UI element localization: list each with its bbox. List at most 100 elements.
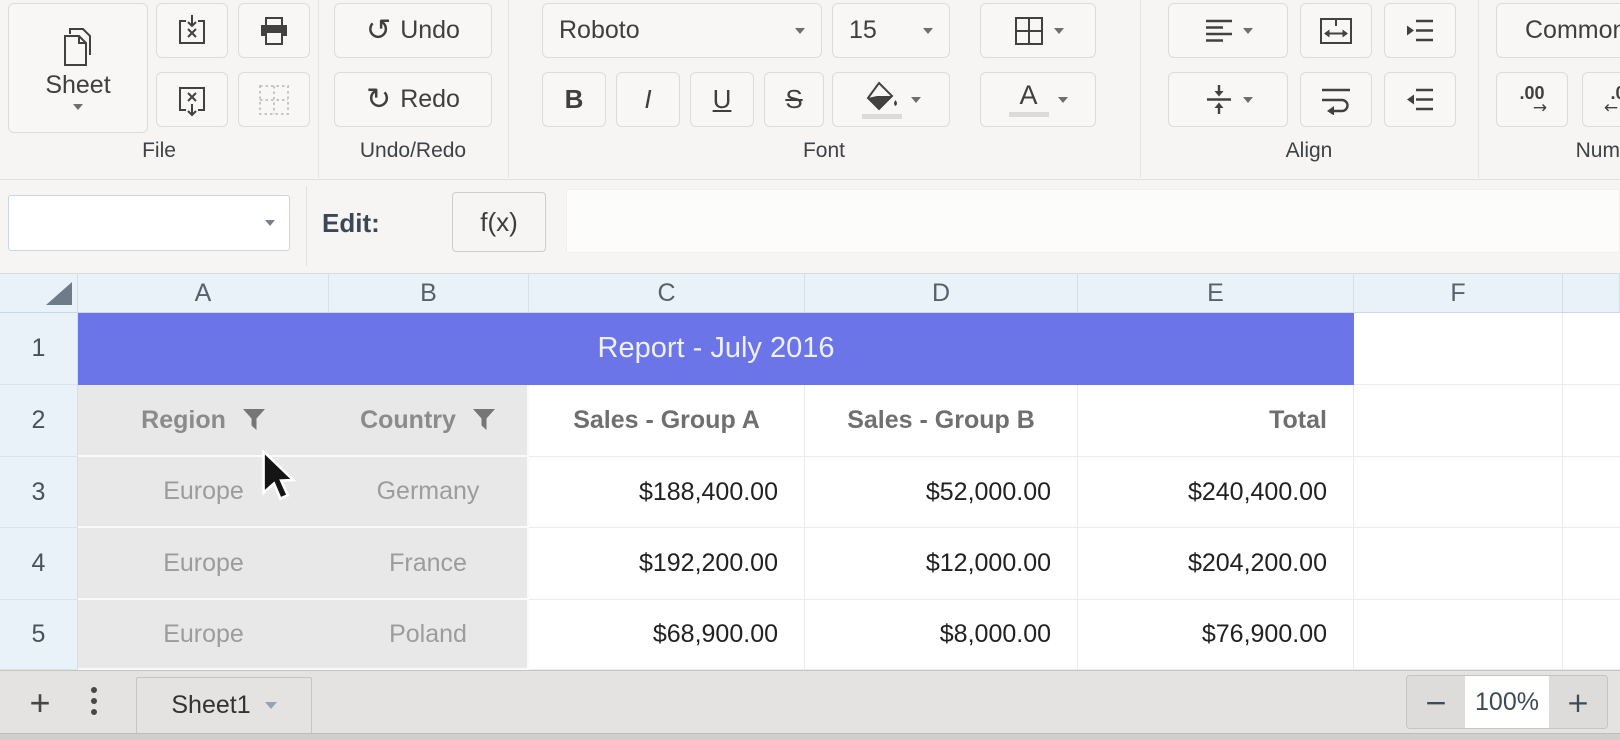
print-button[interactable] <box>238 3 310 58</box>
cell-c4[interactable]: $192,200.00 <box>529 528 805 600</box>
cell-a4[interactable]: Europe <box>78 528 329 600</box>
decrease-indent-button[interactable] <box>1384 72 1456 127</box>
export-icon <box>175 83 209 117</box>
sheet-tab[interactable]: Sheet1 <box>136 677 312 734</box>
cell-d4[interactable]: $12,000.00 <box>805 528 1078 600</box>
zoom-out-button[interactable]: − <box>1407 676 1465 728</box>
cell-e3[interactable]: $240,400.00 <box>1078 457 1354 528</box>
fill-color-dropdown[interactable] <box>832 72 950 127</box>
row-header-1[interactable]: 1 <box>0 313 78 385</box>
insert-function-button[interactable]: f(x) <box>452 192 546 252</box>
file-section-label: File <box>0 139 318 163</box>
cell-a2-region-header[interactable]: Region <box>78 385 329 457</box>
cell-e4[interactable]: $204,200.00 <box>1078 528 1354 600</box>
column-header-e[interactable]: E <box>1078 273 1354 313</box>
chevron-down-icon <box>923 28 933 34</box>
select-all-corner[interactable] <box>0 273 78 313</box>
row-header-4[interactable]: 4 <box>0 528 78 600</box>
fx-label: f(x) <box>480 207 518 238</box>
vertical-align-dropdown[interactable] <box>1168 72 1288 127</box>
horizontal-align-dropdown[interactable] <box>1168 3 1288 58</box>
cell-f3[interactable] <box>1354 457 1563 528</box>
column-header-b[interactable]: B <box>329 273 529 313</box>
cell-c5[interactable]: $68,900.00 <box>529 600 805 670</box>
column-header-a[interactable]: A <box>78 273 329 313</box>
cell-f2[interactable] <box>1354 385 1563 457</box>
title-cell[interactable]: Report - July 2016 <box>78 313 1354 385</box>
cell-g5[interactable] <box>1563 600 1620 670</box>
row-header-2[interactable]: 2 <box>0 385 78 457</box>
cell-d2-group-b-header[interactable]: Sales - Group B <box>805 385 1078 457</box>
align-left-icon <box>1204 18 1234 43</box>
sheet-menu-kebab-icon[interactable] <box>86 687 102 715</box>
cell-g3[interactable] <box>1563 457 1620 528</box>
filter-funnel-icon[interactable] <box>242 409 266 431</box>
zoom-in-button[interactable]: + <box>1549 676 1607 728</box>
column-header-d[interactable]: D <box>805 273 1078 313</box>
edit-label: Edit: <box>322 208 380 239</box>
cell-b4[interactable]: France <box>329 528 529 600</box>
borders-grid-icon <box>1013 15 1045 47</box>
cell-d5[interactable]: $8,000.00 <box>805 600 1078 670</box>
sheet-menu-button[interactable]: Sheet <box>8 3 148 133</box>
font-size-select[interactable]: 15 <box>832 3 950 58</box>
formula-input[interactable] <box>566 189 1620 253</box>
cell-c2-group-a-header[interactable]: Sales - Group A <box>529 385 805 457</box>
row-header-3[interactable]: 3 <box>0 457 78 528</box>
print-borders-button[interactable] <box>238 72 310 127</box>
bold-label: B <box>565 84 584 115</box>
column-header-partial[interactable] <box>1563 273 1620 313</box>
font-size-value: 15 <box>849 16 877 45</box>
cell-g1[interactable] <box>1563 313 1620 385</box>
cell-b5[interactable]: Poland <box>329 600 529 670</box>
row-header-5[interactable]: 5 <box>0 600 78 670</box>
bottom-edge-strip <box>0 733 1620 740</box>
cell-d3[interactable]: $52,000.00 <box>805 457 1078 528</box>
cell-f1[interactable] <box>1354 313 1563 385</box>
increase-decimals-button[interactable]: .00 → <box>1496 72 1568 127</box>
cell-f4[interactable] <box>1354 528 1563 600</box>
merge-cells-button[interactable] <box>1300 3 1372 58</box>
font-color-letter: A <box>1019 82 1037 109</box>
filter-funnel-icon[interactable] <box>472 409 496 431</box>
export-excel-button[interactable] <box>156 72 228 127</box>
import-excel-button[interactable] <box>156 3 228 58</box>
decrease-decimals-icon: .0 ← <box>1610 85 1620 115</box>
sheet-tab-label: Sheet1 <box>171 691 250 720</box>
cell-e5[interactable]: $76,900.00 <box>1078 600 1354 670</box>
number-section-label: Number <box>1478 139 1620 163</box>
chevron-down-icon <box>1243 28 1253 34</box>
wrap-text-button[interactable] <box>1300 72 1372 127</box>
fill-color-indicator <box>862 114 902 119</box>
decrease-decimals-button[interactable]: .0 ← <box>1582 72 1620 127</box>
cell-c3[interactable]: $188,400.00 <box>529 457 805 528</box>
cell-a5[interactable]: Europe <box>78 600 329 670</box>
underline-label: U <box>713 84 732 115</box>
cell-g2[interactable] <box>1563 385 1620 457</box>
increase-indent-button[interactable] <box>1384 3 1456 58</box>
redo-icon: ↻ <box>366 82 391 117</box>
add-sheet-button[interactable]: + <box>20 679 60 727</box>
column-header-f[interactable]: F <box>1354 273 1563 313</box>
font-color-dropdown[interactable]: A <box>980 72 1096 127</box>
redo-button[interactable]: ↻ Redo <box>334 72 492 127</box>
cell-f5[interactable] <box>1354 600 1563 670</box>
cell-reference-select[interactable] <box>8 195 290 251</box>
strikethrough-button[interactable]: S <box>764 72 824 127</box>
italic-button[interactable]: I <box>616 72 680 127</box>
cell-g4[interactable] <box>1563 528 1620 600</box>
chevron-down-icon <box>911 97 921 103</box>
cell-b3[interactable]: Germany <box>329 457 529 528</box>
font-family-select[interactable]: Roboto <box>542 3 822 58</box>
chevron-down-icon <box>1054 28 1064 34</box>
number-format-select[interactable]: Common <box>1496 3 1620 58</box>
sheet-bar: + Sheet1 − 100% + <box>0 670 1620 740</box>
cell-b2-country-header[interactable]: Country <box>329 385 529 457</box>
font-section-label: Font <box>508 139 1140 163</box>
underline-button[interactable]: U <box>690 72 754 127</box>
undo-button[interactable]: ↺ Undo <box>334 3 492 58</box>
borders-dropdown[interactable] <box>980 3 1096 58</box>
bold-button[interactable]: B <box>542 72 606 127</box>
cell-e2-total-header[interactable]: Total <box>1078 385 1354 457</box>
column-header-c[interactable]: C <box>529 273 805 313</box>
